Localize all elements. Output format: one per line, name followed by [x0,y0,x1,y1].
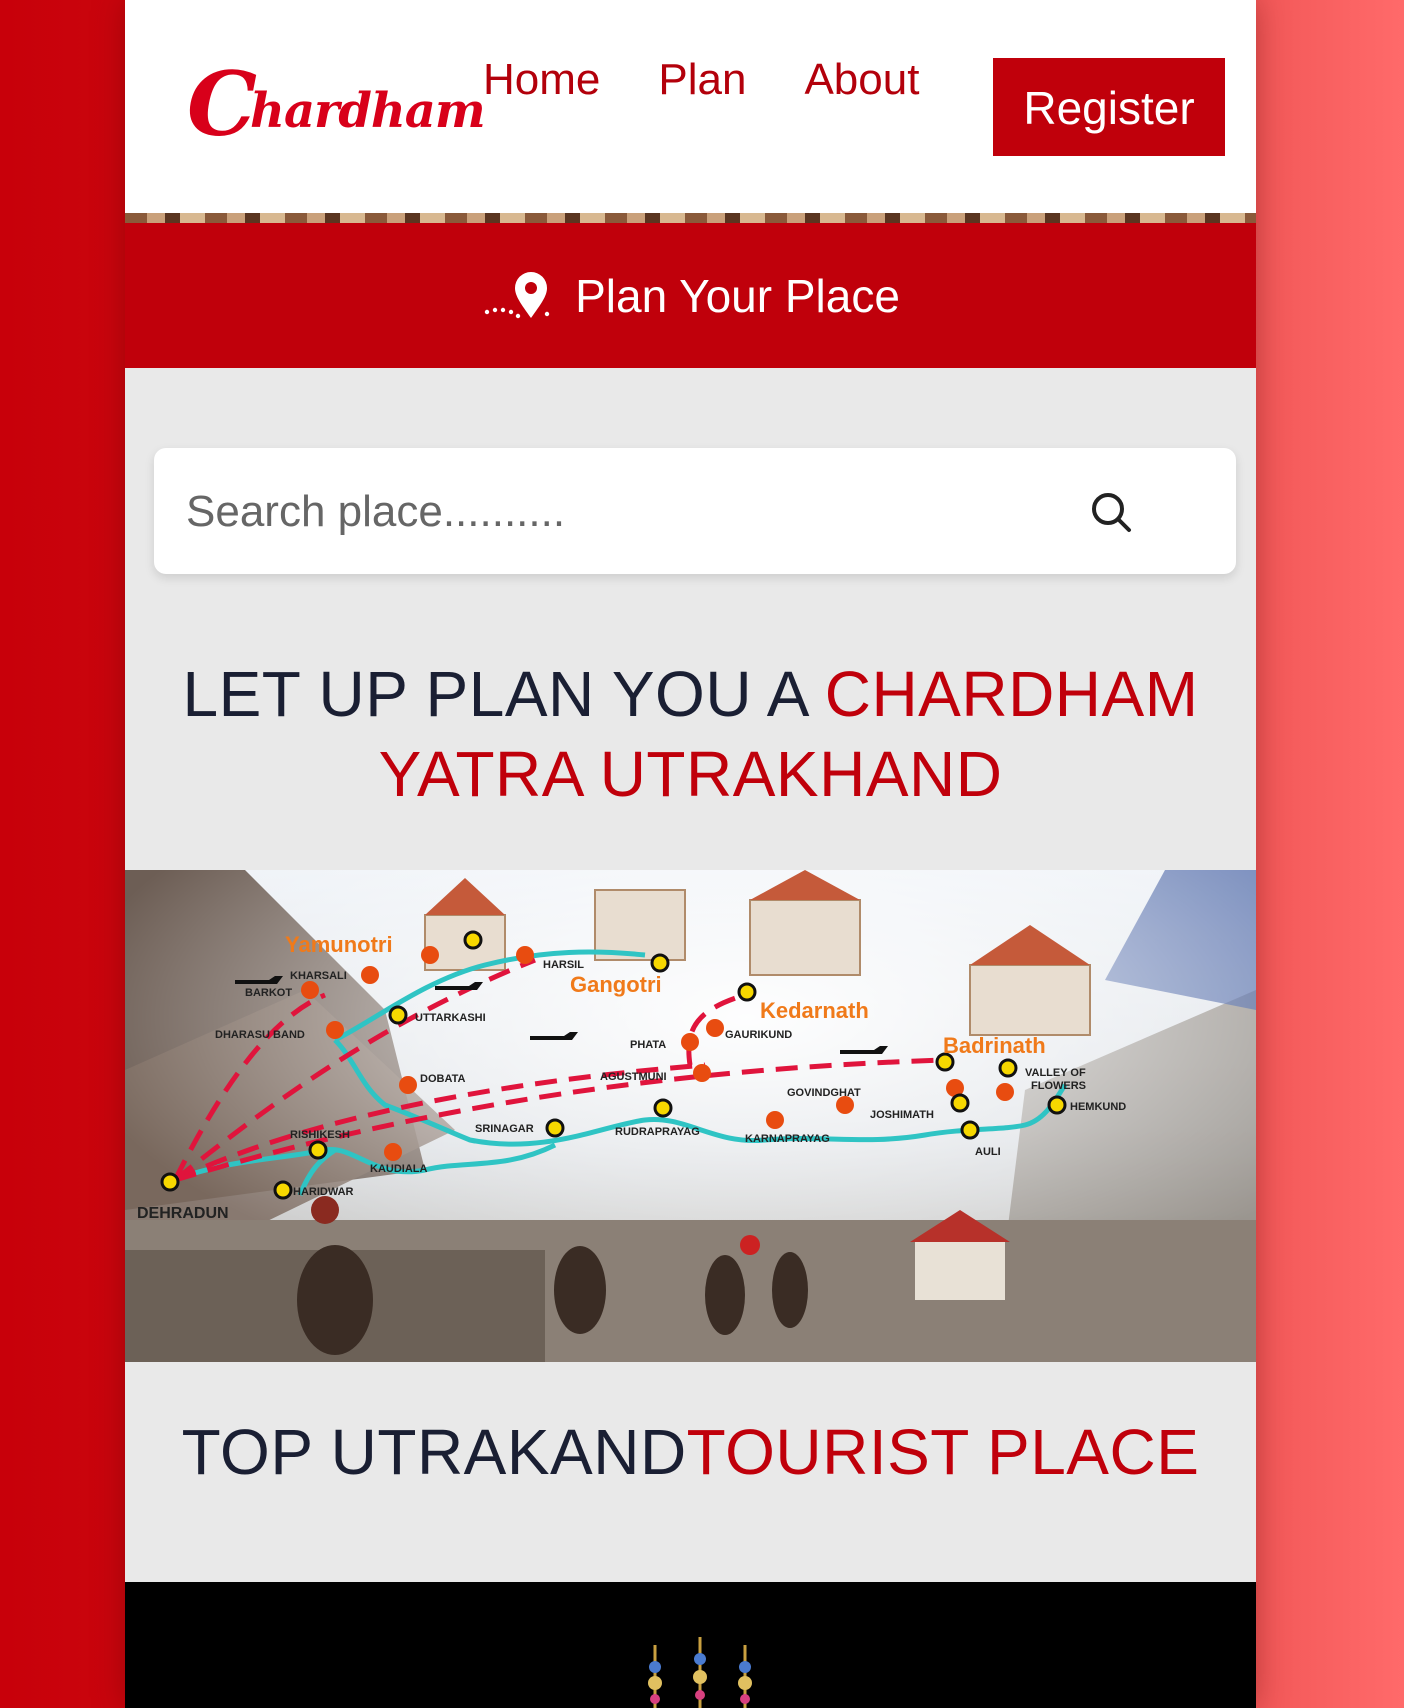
map-pin-route-icon [484,271,550,318]
chardham-route-map-image: Yamunotri Gangotri Kedarnath Badrinath K… [125,870,1256,1362]
svg-text:Gangotri: Gangotri [570,972,662,997]
tourist-heading-dark: TOP UTRAKAND [181,1416,687,1488]
svg-text:GOVINDGHAT: GOVINDGHAT [787,1087,861,1099]
search-bar [154,448,1236,574]
svg-text:SRINAGAR: SRINAGAR [475,1123,534,1135]
svg-text:BARKOT: BARKOT [245,987,292,999]
app-viewport: Chardham Home Plan About Register Plan Y… [125,0,1256,1708]
register-button[interactable]: Register [993,58,1225,156]
svg-text:GAURIKUND: GAURIKUND [725,1029,792,1041]
search-icon[interactable] [1089,490,1133,534]
site-header: Chardham Home Plan About Register [125,0,1256,215]
svg-text:RISHIKESH: RISHIKESH [290,1129,350,1141]
svg-text:HEMKUND: HEMKUND [1070,1101,1126,1113]
svg-text:DOBATA: DOBATA [420,1073,465,1085]
plan-headline: LET UP PLAN YOU A CHARDHAM YATRA UTRAKHA… [125,654,1256,814]
nav-about-link[interactable]: About [804,52,919,108]
svg-text:KHARSALI: KHARSALI [290,970,347,982]
svg-text:AULI: AULI [975,1146,1001,1158]
search-input[interactable] [184,476,1068,548]
logo-text: hardham [250,83,486,139]
svg-text:Yamunotri: Yamunotri [285,932,393,957]
svg-text:VALLEY OF: VALLEY OF [1025,1067,1086,1079]
svg-text:UTTARKASHI: UTTARKASHI [415,1012,486,1024]
svg-text:AGUSTMUNI: AGUSTMUNI [600,1071,667,1083]
plan-banner: Plan Your Place [125,223,1256,368]
svg-text:Badrinath: Badrinath [943,1033,1046,1058]
svg-text:RUDRAPRAYAG: RUDRAPRAYAG [615,1126,700,1138]
temple-spires-image [648,1637,752,1708]
banner-title: Plan Your Place [575,269,900,322]
svg-text:KARNAPRAYAG: KARNAPRAYAG [745,1133,830,1145]
header-decor-strip [125,213,1256,223]
svg-text:HARIDWAR: HARIDWAR [293,1186,354,1198]
svg-text:KAUDIALA: KAUDIALA [370,1163,427,1175]
svg-text:FLOWERS: FLOWERS [1031,1080,1086,1092]
svg-text:Kedarnath: Kedarnath [760,998,869,1023]
logo[interactable]: Chardham [187,52,486,156]
svg-text:HARSIL: HARSIL [543,959,584,971]
tourist-place-image [125,1582,1256,1708]
nav-plan-link[interactable]: Plan [658,52,746,108]
svg-text:JOSHIMATH: JOSHIMATH [870,1109,934,1121]
tourist-places-heading: TOP UTRAKANDTOURIST PLACE [125,1412,1256,1492]
plan-headline-dark: LET UP PLAN YOU A [182,658,825,730]
svg-text:DHARASU BAND: DHARASU BAND [215,1029,305,1041]
nav-home-link[interactable]: Home [483,52,600,108]
tourist-heading-red: TOURIST PLACE [686,1416,1200,1488]
svg-text:DEHRADUN: DEHRADUN [137,1205,229,1222]
main-nav: Home Plan About [483,52,919,108]
svg-text:PHATA: PHATA [630,1039,666,1051]
